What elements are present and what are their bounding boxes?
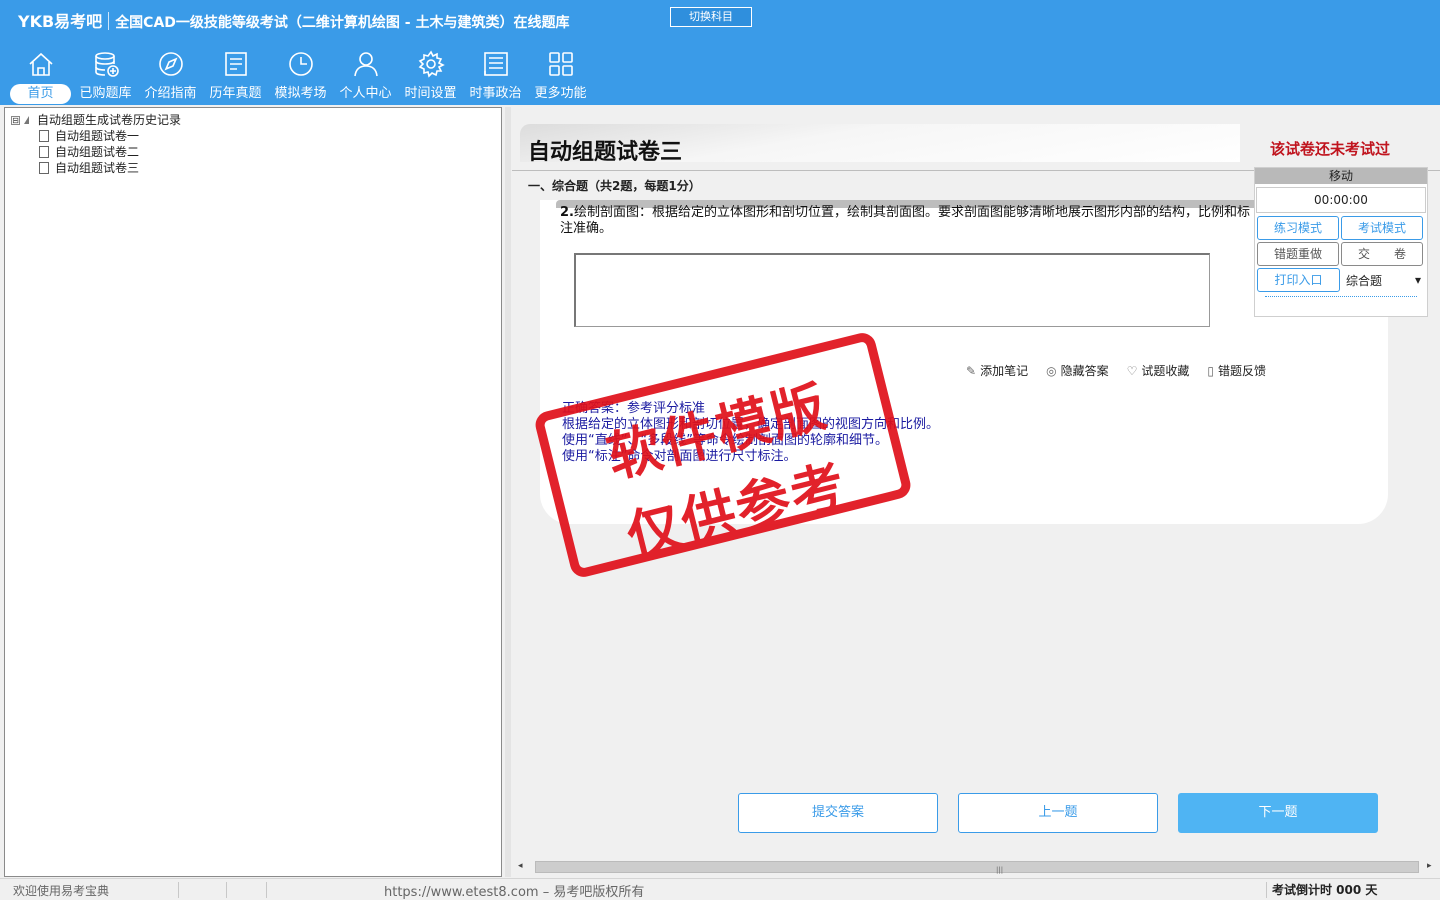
nav-guide[interactable]: 介绍指南: [138, 46, 203, 104]
status-divider: [178, 882, 179, 898]
nav-time-settings[interactable]: 时间设置: [398, 46, 463, 104]
action-label: 错题反馈: [1217, 364, 1266, 378]
copyright-text: https://www.etest8.com – 易考吧版权所有: [384, 885, 645, 900]
history-tree-panel: ⊟ 自动组题生成试卷历史记录 自动组题试卷一 自动组题试卷二 自动组题试卷三: [4, 107, 502, 877]
exam-title: 全国CAD一级技能等级考试（二维计算机绘图 - 土木与建筑类）在线题库: [115, 15, 570, 31]
hide-answer-button[interactable]: ◎ 隐藏答案: [1046, 362, 1109, 379]
scroll-right-icon[interactable]: ▸: [1427, 861, 1432, 871]
next-question-button[interactable]: 下一题: [1178, 793, 1378, 833]
grip-icon: |||: [996, 866, 1004, 874]
switch-subject-button[interactable]: 切换科目: [670, 7, 752, 27]
compass-icon: [138, 46, 203, 82]
nav-home[interactable]: 首页: [8, 46, 73, 104]
exam-mode-button[interactable]: 考试模式: [1341, 216, 1423, 240]
document-icon: [39, 130, 49, 142]
home-icon: [8, 46, 73, 82]
grid-icon: [528, 46, 593, 82]
panel-resize-bar[interactable]: [1265, 296, 1417, 298]
tree-item-label: 自动组题试卷三: [55, 161, 140, 175]
folder-icon: [24, 116, 29, 124]
nav-label: 历年真题: [209, 86, 262, 101]
brand-logo: YKB易考吧: [18, 12, 103, 31]
document-icon: [39, 146, 49, 158]
eye-icon: ◎: [1046, 363, 1057, 378]
nav-label: 时事政治: [469, 86, 522, 101]
status-bar: 欢迎使用易考宝典 https://www.etest8.com – 易考吧版权所…: [0, 878, 1440, 900]
paper-status: 该试卷还未考试过: [1270, 140, 1391, 158]
status-divider: [1266, 882, 1267, 898]
database-icon: [73, 46, 138, 82]
tree-item-paper-3[interactable]: 自动组题试卷三: [11, 160, 181, 176]
action-label: 试题收藏: [1141, 364, 1190, 378]
nav-label: 介绍指南: [144, 86, 197, 101]
tree-item-label: 自动组题试卷一: [55, 129, 140, 143]
add-note-button[interactable]: ✎ 添加笔记: [966, 362, 1028, 379]
scrollbar-thumb[interactable]: |||: [535, 861, 1419, 874]
status-divider: [266, 882, 267, 898]
question-body: 绘制剖面图：根据给定的立体图形和剖切位置，绘制其剖面图。要求剖面图能够清晰地展示…: [560, 205, 1250, 236]
nav-profile[interactable]: 个人中心: [333, 46, 398, 104]
nav-label: 个人中心: [339, 86, 392, 101]
nav-past-exams[interactable]: 历年真题: [203, 46, 268, 104]
favorite-button[interactable]: ♡ 试题收藏: [1127, 362, 1190, 379]
scroll-left-icon[interactable]: ◂: [518, 861, 523, 871]
top-banner: YKB易考吧 全国CAD一级技能等级考试（二维计算机绘图 - 土木与建筑类）在线题…: [0, 0, 1440, 105]
panel-splitter[interactable]: [505, 107, 511, 877]
heart-icon: ♡: [1126, 363, 1138, 378]
nav-purchased[interactable]: 已购题库: [73, 46, 138, 104]
pencil-icon: ✎: [966, 363, 977, 378]
tree-item-label: 自动组题试卷二: [55, 145, 140, 159]
question-type-select[interactable]: 综合题 ▾: [1342, 268, 1425, 292]
nav-label: 模拟考场: [274, 86, 327, 101]
history-tree: ⊟ 自动组题生成试卷历史记录 自动组题试卷一 自动组题试卷二 自动组题试卷三: [11, 112, 181, 176]
tree-item-paper-2[interactable]: 自动组题试卷二: [11, 144, 181, 160]
select-value: 综合题: [1345, 273, 1382, 288]
nav-label: 更多功能: [534, 86, 587, 101]
submit-answer-button[interactable]: 提交答案: [738, 793, 938, 833]
question-text: 2.绘制剖面图：根据给定的立体图形和剖切位置，绘制其剖面图。要求剖面图能够清晰地…: [560, 205, 1255, 239]
action-label: 添加笔记: [980, 364, 1029, 378]
tree-root[interactable]: ⊟ 自动组题生成试卷历史记录: [11, 112, 181, 128]
print-button[interactable]: 打印入口: [1257, 268, 1340, 292]
prev-question-button[interactable]: 上一题: [958, 793, 1158, 833]
news-icon: [463, 46, 528, 82]
list-icon: [203, 46, 268, 82]
tree-root-label: 自动组题生成试卷历史记录: [37, 113, 182, 127]
paper-title: 自动组题试卷三: [528, 140, 683, 165]
error-feedback-button[interactable]: ▯ 错题反馈: [1207, 362, 1266, 379]
timer-display: 00:00:00: [1256, 187, 1426, 213]
main-nav: 首页 已购题库 介绍指南 历年真题 模拟考场 个人中心 时间设置 时事政治 更多…: [8, 46, 593, 104]
status-divider: [226, 882, 227, 898]
answer-input[interactable]: [574, 253, 1210, 327]
user-icon: [333, 46, 398, 82]
redo-wrong-button[interactable]: 错题重做: [1257, 242, 1339, 266]
practice-mode-button[interactable]: 练习模式: [1257, 216, 1339, 240]
nav-label: 已购题库: [79, 86, 132, 101]
submit-paper-button[interactable]: 交 卷: [1341, 242, 1423, 266]
nav-label: 首页: [10, 84, 71, 104]
exam-countdown: 考试倒计时 000 天: [1272, 883, 1378, 897]
question-actions: ✎ 添加笔记 ◎ 隐藏答案 ♡ 试题收藏 ▯ 错题反馈: [966, 362, 1284, 379]
section-heading: 一、综合题（共2题，每题1分）: [528, 179, 701, 193]
nav-mock-exam[interactable]: 模拟考场: [268, 46, 333, 104]
exam-control-panel: 移动 00:00:00 练习模式 考试模式 错题重做 交 卷 打印入口 综合题 …: [1254, 167, 1428, 317]
document-pin-icon: [39, 162, 49, 174]
gear-icon: [398, 46, 463, 82]
tree-item-paper-1[interactable]: 自动组题试卷一: [11, 128, 181, 144]
question-number: 2.: [560, 205, 574, 220]
horizontal-scrollbar[interactable]: ◂ ||| ▸: [513, 858, 1439, 876]
nav-label: 时间设置: [404, 86, 457, 101]
clock-icon: [268, 46, 333, 82]
welcome-text: 欢迎使用易考宝典: [13, 884, 110, 898]
nav-more[interactable]: 更多功能: [528, 46, 593, 104]
move-handle[interactable]: 移动: [1255, 168, 1427, 184]
action-label: 隐藏答案: [1060, 364, 1109, 378]
app-title: YKB易考吧 全国CAD一级技能等级考试（二维计算机绘图 - 土木与建筑类）在线题…: [18, 8, 569, 32]
collapse-icon[interactable]: ⊟: [11, 115, 20, 125]
nav-current-affairs[interactable]: 时事政治: [463, 46, 528, 104]
feedback-icon: ▯: [1207, 363, 1214, 378]
dropdown-arrow-icon: ▾: [1414, 273, 1421, 287]
